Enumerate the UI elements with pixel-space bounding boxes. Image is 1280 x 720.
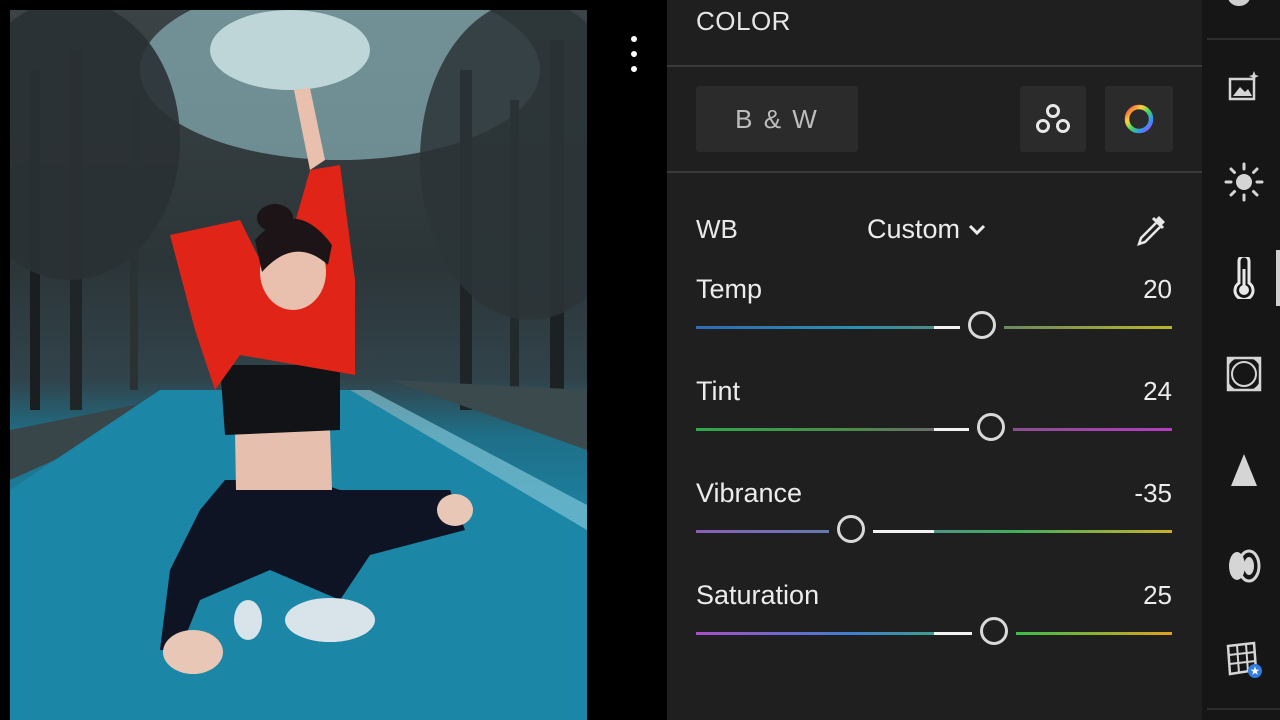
color-icon: [1233, 257, 1255, 299]
slider-value: 24: [1143, 376, 1172, 406]
slider-value: 25: [1143, 580, 1172, 610]
light-button[interactable]: [1220, 158, 1268, 206]
wb-label: WB: [696, 214, 738, 244]
edited-photo: [10, 10, 587, 720]
temp-slider-row: Temp 20: [696, 274, 1172, 354]
active-indicator: [1276, 250, 1280, 306]
bw-button[interactable]: B & W: [696, 86, 858, 152]
color-mixer-button[interactable]: [1020, 86, 1086, 152]
color-mixer-icon: [1036, 104, 1070, 133]
detail-button[interactable]: [1220, 446, 1268, 494]
optics-button[interactable]: [1220, 542, 1268, 590]
slider-label: Saturation: [696, 580, 820, 610]
more-vertical-icon[interactable]: [622, 36, 646, 72]
divider: [667, 171, 1202, 173]
slider-thumb[interactable]: [968, 311, 996, 339]
geometry-icon: [1226, 641, 1262, 678]
photo-illustration: [10, 10, 587, 720]
light-icon: [1224, 162, 1264, 202]
geometry-button[interactable]: [1220, 636, 1268, 684]
wb-preset-dropdown[interactable]: Custom: [867, 214, 986, 245]
slider-label: Tint: [696, 376, 741, 406]
slider-thumb[interactable]: [837, 515, 865, 543]
color-button[interactable]: [1220, 254, 1268, 302]
slider-thumb[interactable]: [977, 413, 1005, 441]
optics-icon: [1229, 549, 1261, 583]
tool-rail: [1202, 0, 1280, 720]
slider-gradient: [696, 530, 1172, 533]
wb-preset-value: Custom: [867, 214, 961, 244]
divider: [1207, 708, 1280, 710]
chevron-down-icon: [968, 224, 986, 235]
divider: [1207, 38, 1280, 40]
slider-value: -35: [1134, 478, 1172, 508]
photo-canvas[interactable]: [0, 0, 667, 720]
presets-icon[interactable]: [1228, 0, 1250, 6]
panel-title: COLOR: [696, 6, 791, 36]
saturation-slider-row: Saturation 25: [696, 580, 1172, 660]
slider-thumb[interactable]: [980, 617, 1008, 645]
effects-icon: [1226, 356, 1262, 392]
slider-label: Vibrance: [696, 478, 803, 508]
slider-label: Temp: [696, 274, 763, 304]
eyedropper-icon: [1137, 216, 1165, 246]
slider-value: 20: [1143, 274, 1172, 304]
tint-slider-row: Tint 24: [696, 376, 1172, 456]
color-grading-icon: [1124, 104, 1154, 134]
vibrance-slider[interactable]: [696, 515, 1172, 543]
temp-slider[interactable]: [696, 311, 1172, 339]
auto-enhance-icon: [1228, 71, 1259, 101]
auto-enhance-button[interactable]: [1220, 62, 1268, 110]
saturation-slider[interactable]: [696, 617, 1172, 645]
vibrance-slider-row: Vibrance -35: [696, 478, 1172, 558]
effects-button[interactable]: [1220, 350, 1268, 398]
eyedropper-button[interactable]: [1133, 212, 1169, 253]
tint-slider[interactable]: [696, 413, 1172, 441]
color-grading-button[interactable]: [1105, 86, 1173, 152]
detail-icon: [1231, 454, 1257, 486]
color-edit-panel: COLOR B & W WB Custom Temp 20 Tint 24 Vi…: [667, 0, 1202, 720]
divider: [667, 65, 1202, 67]
